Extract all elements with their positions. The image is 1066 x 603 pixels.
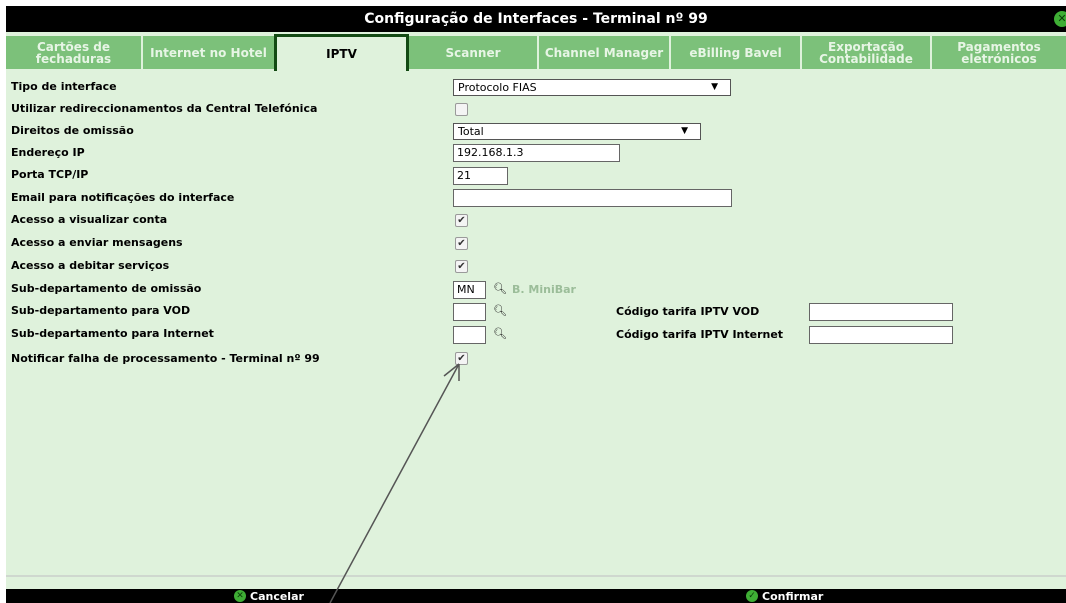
annotation-arrow-line [329, 363, 460, 603]
annotation-arrow [329, 363, 460, 603]
annotation-arrowhead-left [443, 363, 460, 377]
